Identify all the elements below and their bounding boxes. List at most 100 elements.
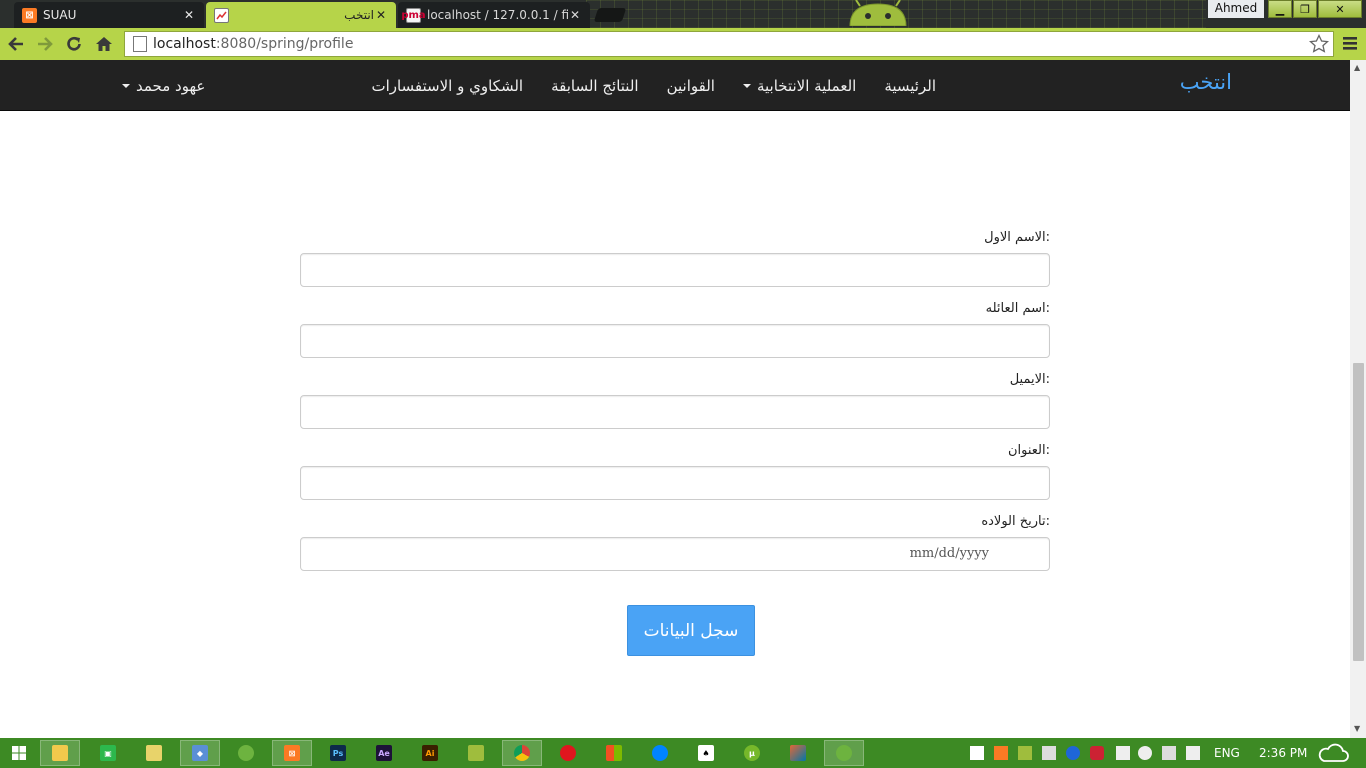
windows-tray-icon[interactable] [970, 746, 984, 760]
file-explorer-icon [52, 745, 68, 761]
url-path: :8080/spring/profile [215, 36, 354, 52]
clock[interactable]: 2:36 PM [1259, 738, 1307, 768]
messenger-icon [652, 745, 668, 761]
taskbar-store[interactable]: ▣ [88, 740, 128, 766]
close-icon[interactable]: ✕ [374, 8, 388, 22]
taskbar-chrome[interactable] [502, 740, 542, 766]
close-window-button[interactable]: ✕ [1318, 0, 1362, 18]
back-arrow-icon [8, 37, 23, 51]
onedrive-cloud-icon[interactable] [1316, 742, 1350, 764]
family-name-group: :اسم العائله [300, 301, 1050, 358]
chrome-icon [514, 745, 530, 761]
matlab-icon [790, 745, 806, 761]
home-button[interactable] [92, 32, 116, 56]
xampp-icon: ⊠ [22, 7, 37, 23]
birth-date-input[interactable]: mm/dd/yyyy [300, 537, 1050, 571]
reload-button[interactable] [62, 32, 86, 56]
minimize-button[interactable]: ▁ [1268, 0, 1292, 18]
volume-icon[interactable] [1186, 746, 1200, 760]
scroll-up-icon[interactable]: ▲ [1354, 63, 1360, 72]
nav-home[interactable]: الرئيسية [870, 77, 950, 95]
address-group: :العنوان [300, 443, 1050, 500]
taskbar-illustrator[interactable]: Ai [410, 740, 450, 766]
birth-date-group: :تاريخ الولاده mm/dd/yyyy [300, 514, 1050, 571]
first-name-label: :الاسم الاول [984, 230, 1050, 245]
nav-previous-results[interactable]: النتائج السابقة [537, 77, 652, 95]
taskbar-after-effects[interactable]: Ae [364, 740, 404, 766]
forward-button[interactable] [33, 32, 57, 56]
page-icon [133, 36, 147, 52]
taskbar-spring[interactable] [226, 740, 266, 766]
taskbar-utorrent[interactable]: µ [732, 740, 772, 766]
taskbar-virtualbox[interactable]: ◆ [180, 740, 220, 766]
close-icon[interactable]: ✕ [182, 8, 196, 22]
taskbar-messenger[interactable] [640, 740, 680, 766]
family-name-label: :اسم العائله [985, 301, 1050, 316]
start-button[interactable] [0, 740, 38, 766]
tab-suau[interactable]: ⊠ SUAU ✕ [14, 2, 204, 28]
opera-icon [560, 745, 576, 761]
forward-arrow-icon [38, 37, 53, 51]
site-brand[interactable]: انتخب [1180, 70, 1232, 94]
windows-taskbar: ▣ ◆ ⊠ Ps Ae Ai ♠ µ ENG 2:36 PM [0, 738, 1366, 768]
xampp-tray-icon[interactable] [994, 746, 1008, 760]
nav-laws[interactable]: القوانين [653, 77, 729, 95]
email-label: :الايميل [1009, 372, 1050, 387]
taskbar-android-studio[interactable] [456, 740, 496, 766]
network-icon[interactable] [1162, 746, 1176, 760]
taskbar-folder[interactable] [134, 740, 174, 766]
scroll-down-icon[interactable]: ▼ [1354, 724, 1360, 733]
screen: ⊠ SUAU ✕ انتخب ✕ pma localhost / 127.0.0… [0, 0, 1366, 768]
tray-app-icon[interactable] [1090, 746, 1104, 760]
maximize-button[interactable]: ❐ [1293, 0, 1317, 18]
email-input[interactable] [300, 395, 1050, 429]
bluetooth-icon[interactable] [1066, 746, 1080, 760]
after-effects-icon: Ae [376, 745, 392, 761]
user-menu[interactable]: عهود محمد [122, 60, 205, 111]
url-text[interactable]: localhost:8080/spring/profile [153, 36, 353, 52]
windows-media-icon [606, 745, 622, 761]
birth-date-label: :تاريخ الولاده [981, 514, 1050, 529]
taskbar-opera[interactable] [548, 740, 588, 766]
tab-active-site[interactable]: انتخب ✕ [206, 2, 396, 28]
android-studio-icon [468, 745, 484, 761]
close-icon[interactable]: ✕ [568, 8, 582, 22]
taskbar-file-explorer[interactable] [40, 740, 80, 766]
tab-title: localhost / 127.0.0.1 / fina [427, 8, 568, 22]
language-indicator[interactable]: ENG [1214, 738, 1240, 768]
battery-icon[interactable] [1116, 746, 1130, 760]
first-name-group: :الاسم الاول [300, 230, 1050, 287]
taskbar-spring-tool-suite[interactable] [824, 740, 864, 766]
address-bar[interactable]: localhost:8080/spring/profile [124, 31, 1334, 57]
taskbar-media[interactable] [594, 740, 634, 766]
solitaire-icon: ♠ [698, 745, 714, 761]
address-input[interactable] [300, 466, 1050, 500]
usb-tray-icon[interactable] [1018, 746, 1032, 760]
taskbar-matlab[interactable] [778, 740, 818, 766]
tab-phpmyadmin[interactable]: pma localhost / 127.0.0.1 / fina ✕ [398, 2, 590, 28]
taskbar-xampp[interactable]: ⊠ [272, 740, 312, 766]
back-button[interactable] [4, 32, 28, 56]
caret-down-icon [122, 83, 130, 88]
taskbar-solitaire[interactable]: ♠ [686, 740, 726, 766]
nav-laws-label: القوانين [666, 76, 715, 95]
new-tab-button[interactable] [593, 8, 627, 22]
taskbar-photoshop[interactable]: Ps [318, 740, 358, 766]
illustrator-icon: Ai [422, 745, 438, 761]
flag-icon[interactable] [1042, 746, 1056, 760]
family-name-input[interactable] [300, 324, 1050, 358]
user-menu-label: عهود محمد [136, 76, 206, 95]
nav-complaints[interactable]: الشكاوي و الاستفسارات [357, 77, 537, 95]
email-group: :الايميل [300, 372, 1050, 429]
page-scrollbar[interactable]: ▲ ▼ [1350, 60, 1366, 738]
nav-election-process[interactable]: العملية الانتخابية [729, 77, 870, 95]
hamburger-menu-icon[interactable] [1340, 32, 1360, 54]
bookmark-star-icon[interactable] [1309, 34, 1329, 54]
scrollbar-thumb[interactable] [1353, 363, 1364, 661]
cloud-tray-icon[interactable] [1138, 746, 1152, 760]
address-label: :العنوان [1007, 443, 1050, 458]
submit-button[interactable]: سجل البيانات [627, 605, 755, 656]
profile-name[interactable]: Ahmed [1208, 0, 1264, 18]
android-theme-icon [849, 0, 907, 26]
first-name-input[interactable] [300, 253, 1050, 287]
